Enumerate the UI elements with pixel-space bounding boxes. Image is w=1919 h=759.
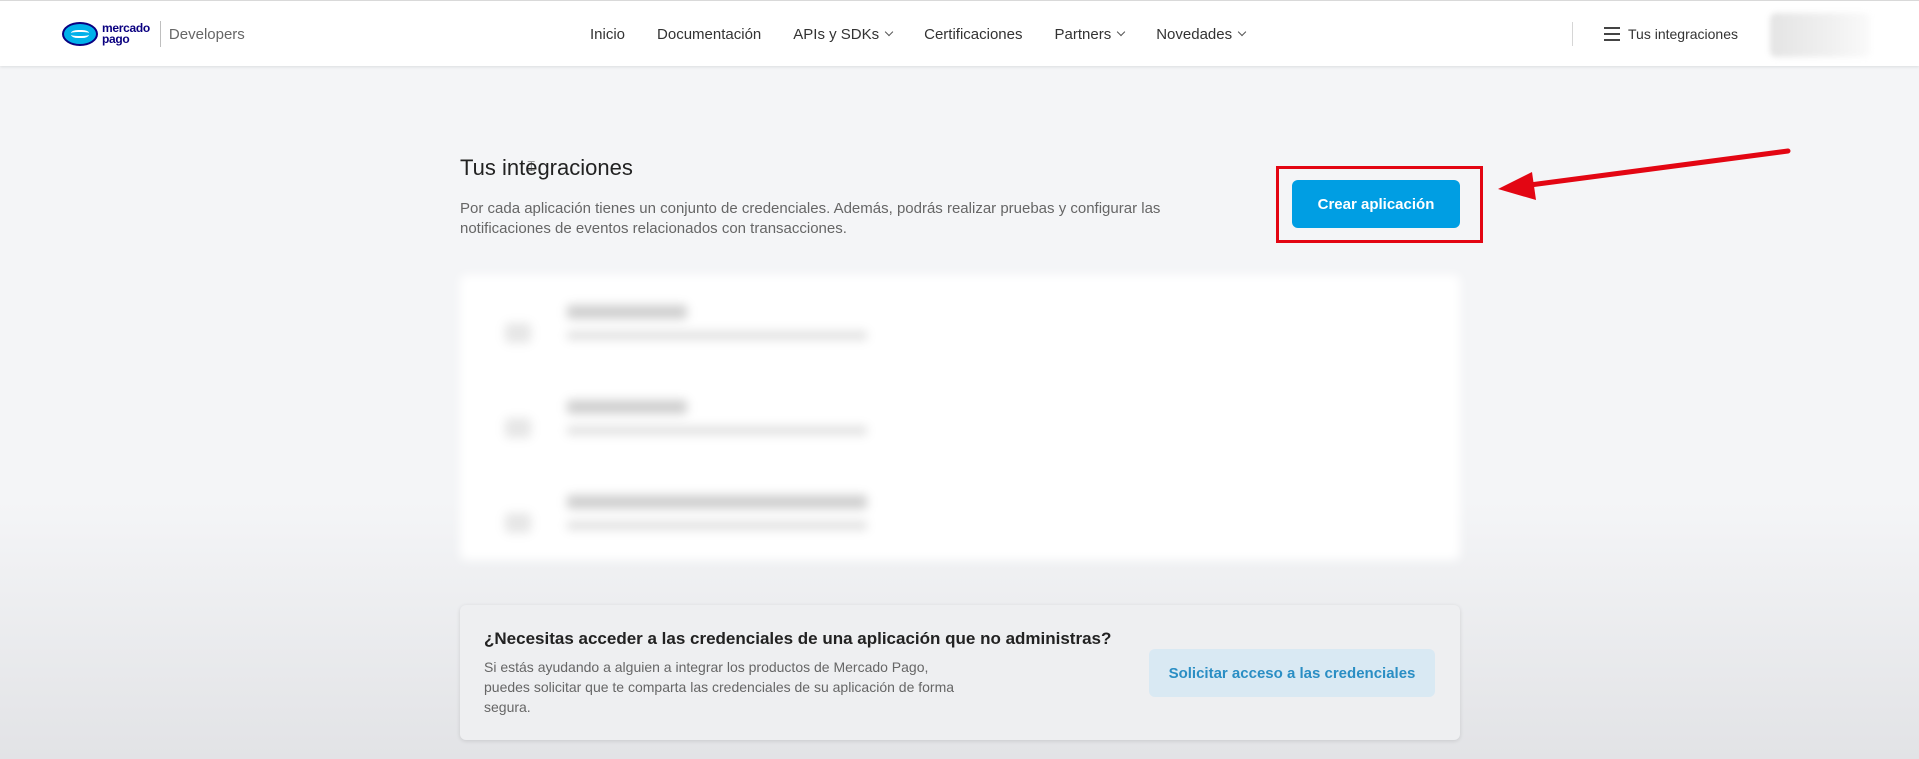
nav-novedades[interactable]: Novedades <box>1156 26 1247 43</box>
user-account-menu[interactable] <box>1770 13 1870 57</box>
annotation-highlight-box <box>1276 166 1483 243</box>
mercado-pago-logo[interactable]: mercado pago Developers <box>62 19 245 49</box>
nav-documentacion[interactable]: Documentación <box>657 26 761 43</box>
logo-developers-label: Developers <box>168 25 245 43</box>
page-title: Tus integraciones <box>460 155 633 180</box>
credentials-card-description: Si estás ayudando a alguien a integrar l… <box>484 659 955 715</box>
top-header: mercado pago Developers Inicio Documenta… <box>0 0 1919 66</box>
list-item[interactable] <box>485 485 867 545</box>
applications-list-blurred <box>460 275 1460 560</box>
chevron-down-icon <box>1237 27 1247 37</box>
page-description: Por cada aplicación tienes un conjunto d… <box>460 200 1161 237</box>
chevron-down-icon <box>884 27 894 37</box>
header-divider <box>1572 22 1573 46</box>
nav-inicio[interactable]: Inicio <box>590 26 625 43</box>
nav-apis-sdks[interactable]: APIs y SDKs <box>793 26 894 43</box>
nav-partners[interactable]: Partners <box>1055 26 1126 43</box>
annotation-arrow-icon <box>1498 148 1791 200</box>
logo-text-pago: pago <box>102 32 130 46</box>
header-integrations-link[interactable]: Tus integraciones <box>1604 1 1738 67</box>
nav-certificaciones[interactable]: Certificaciones <box>924 26 1022 43</box>
credentials-card-title: ¿Necesitas acceder a las credenciales de… <box>484 629 1112 648</box>
list-item[interactable] <box>485 295 867 355</box>
request-credentials-access-button[interactable]: Solicitar acceso a las credenciales <box>1149 649 1435 697</box>
list-item[interactable] <box>485 390 867 450</box>
text-cursor-icon: ⌶ <box>527 158 536 174</box>
logo-divider <box>159 21 161 47</box>
main-nav: Inicio Documentación APIs y SDKs Certifi… <box>590 1 1277 67</box>
handshake-logo-icon <box>62 21 98 47</box>
credentials-access-card: ¿Necesitas acceder a las credenciales de… <box>460 605 1460 740</box>
chevron-down-icon <box>1116 27 1126 37</box>
list-icon <box>1604 27 1620 41</box>
